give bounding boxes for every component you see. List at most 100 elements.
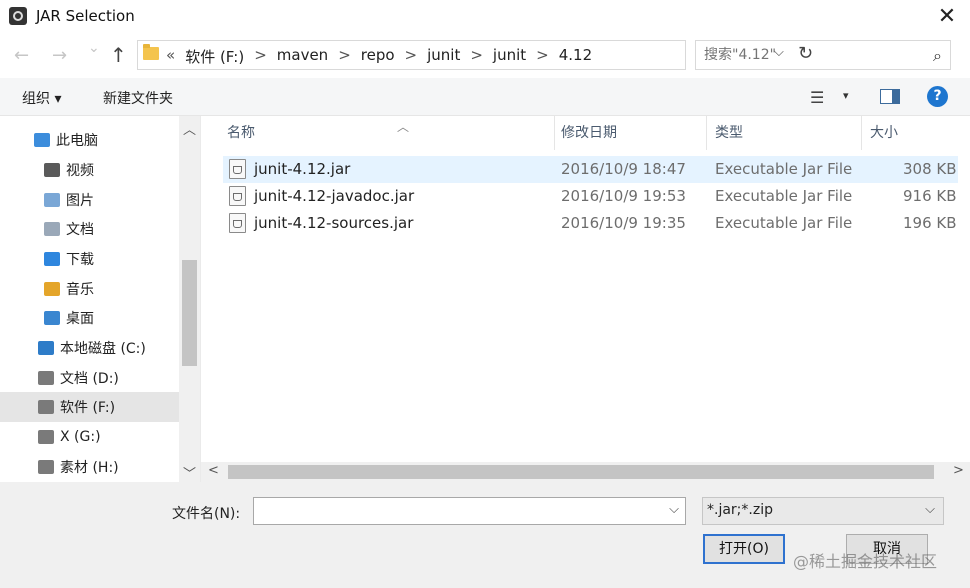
file-row[interactable]: junit-4.12.jar 2016/10/9 18:47 Executable … (223, 156, 958, 183)
scroll-thumb[interactable] (228, 465, 934, 479)
scroll-right-arrow-icon[interactable]: > (953, 463, 964, 478)
nav-item-label: 桌面 (66, 311, 94, 327)
drive-icon (38, 400, 54, 414)
title-bar: JAR Selection ✕ (0, 0, 970, 33)
nav-item-label: 软件 (F:) (60, 400, 116, 416)
jar-file-icon (229, 213, 246, 233)
nav-item[interactable]: 音乐 (0, 274, 179, 304)
nav-item[interactable]: 下载 (0, 244, 179, 274)
window-title: JAR Selection (36, 7, 135, 25)
nav-item[interactable]: 图片 (0, 185, 179, 215)
file-list: 名称 ︿ 修改日期 类型 大小 junit-4.12.jar 2016/10/9 … (201, 116, 970, 482)
column-header-type[interactable]: 类型 (707, 116, 862, 150)
column-header-size[interactable]: 大小 (862, 116, 970, 150)
file-row[interactable]: junit-4.12-javadoc.jar 2016/10/9 19:53 Exe… (223, 183, 958, 210)
folder-icon (143, 44, 159, 60)
file-size-cell: 196 KB (903, 214, 957, 232)
breadcrumb-separator[interactable]: > (470, 46, 483, 67)
drive-icon (38, 430, 54, 444)
sort-ascending-icon: ︿ (397, 120, 410, 134)
view-dropdown-chevron-icon[interactable]: ▾ (843, 89, 849, 102)
address-bar[interactable]: « 软件 (F:) > maven > repo > junit > junit… (137, 40, 813, 70)
nav-item-label: 文档 (D:) (60, 371, 119, 387)
file-modified-cell: 2016/10/9 19:35 (561, 214, 686, 232)
navigation-pane: 此电脑 视频 图片文档下载音乐桌面本地磁盘 (C:) 文档 (D:) 软件 (F:) X … (0, 116, 179, 482)
up-arrow-icon[interactable]: ↑ (110, 43, 127, 67)
horizontal-scrollbar[interactable]: < > (201, 462, 970, 482)
recent-locations-chevron-icon[interactable]: ⌄ (88, 40, 100, 56)
drive-icon (38, 371, 54, 385)
filename-combobox[interactable]: ⌵ (253, 497, 686, 525)
preview-pane-icon[interactable] (880, 89, 900, 104)
breadcrumb-separator[interactable]: > (405, 46, 418, 67)
nav-item-label: 文档 (66, 222, 94, 238)
file-type-filter-select[interactable]: *.jar;*.zip ⌵ (702, 497, 944, 525)
nav-item-label: X (G:) (60, 429, 101, 445)
new-folder-button[interactable]: 新建文件夹 (103, 88, 173, 108)
nav-item-label: 音乐 (66, 282, 94, 298)
nav-item[interactable]: 桌面 (0, 303, 179, 333)
breadcrumb-overflow[interactable]: « (166, 46, 175, 67)
scroll-left-arrow-icon[interactable]: < (208, 463, 219, 478)
nav-item[interactable]: 文档 (D:) (0, 363, 179, 393)
breadcrumb-maven[interactable]: maven (277, 46, 328, 67)
file-type-filter-value: *.jar;*.zip (707, 502, 773, 518)
breadcrumb-separator[interactable]: > (536, 46, 549, 67)
organize-menu-button[interactable]: 组织 ▾ (22, 88, 61, 108)
nav-item[interactable]: 本地磁盘 (C:) (0, 333, 179, 363)
nav-item-label: 素材 (H:) (60, 460, 119, 476)
breadcrumb: « 软件 (F:) > maven > repo > junit > junit… (166, 46, 602, 67)
scroll-thumb[interactable] (182, 260, 197, 366)
nav-item[interactable]: 此电脑 (0, 125, 179, 155)
file-name-cell: junit-4.12-sources.jar (254, 214, 414, 232)
watermark: @稀土掘金技术社区 (793, 552, 938, 571)
search-box[interactable]: ⌕ (695, 40, 951, 70)
nav-item-label: 本地磁盘 (C:) (60, 341, 146, 357)
forward-arrow-icon[interactable]: → (52, 45, 67, 66)
breadcrumb-separator[interactable]: > (254, 46, 267, 67)
file-modified-cell: 2016/10/9 19:53 (561, 187, 686, 205)
command-toolbar: 组织 ▾ 新建文件夹 ☰ ▾ ? (0, 78, 970, 116)
filename-dropdown-chevron-icon[interactable]: ⌵ (669, 502, 679, 517)
breadcrumb-junit-inner[interactable]: junit (493, 46, 526, 67)
view-options-icon[interactable]: ☰ (810, 88, 824, 107)
app-icon (9, 7, 27, 25)
breadcrumb-repo[interactable]: repo (361, 46, 395, 67)
open-button[interactable]: 打开(O) (703, 534, 785, 564)
breadcrumb-version[interactable]: 4.12 (559, 46, 592, 67)
filter-dropdown-chevron-icon: ⌵ (925, 502, 935, 517)
nav-item[interactable]: 素材 (H:) (0, 452, 179, 482)
downloads-folder-icon (44, 252, 60, 266)
filename-label: 文件名(N): (172, 506, 241, 522)
column-header-label: 名称 (227, 125, 255, 141)
breadcrumb-separator[interactable]: > (338, 46, 351, 67)
scroll-up-arrow-icon[interactable]: ︿ (183, 119, 196, 138)
search-icon[interactable]: ⌕ (933, 46, 942, 66)
navigation-scrollbar[interactable]: ︿ ﹀ (179, 116, 200, 482)
jar-file-icon (229, 159, 246, 179)
back-arrow-icon[interactable]: ← (14, 45, 29, 66)
search-input[interactable] (704, 45, 924, 65)
jar-file-icon (229, 186, 246, 206)
nav-item[interactable]: X (G:) (0, 422, 179, 452)
dialog-footer: 文件名(N): ⌵ *.jar;*.zip ⌵ 打开(O) 取消 (0, 482, 970, 588)
breadcrumb-junit[interactable]: junit (427, 46, 460, 67)
scroll-down-arrow-icon[interactable]: ﹀ (183, 463, 196, 482)
file-row[interactable]: junit-4.12-sources.jar 2016/10/9 19:35 Exe… (223, 210, 958, 237)
breadcrumb-drive-f[interactable]: 软件 (F:) (185, 46, 244, 67)
videos-folder-icon (44, 163, 60, 177)
nav-item[interactable]: 软件 (F:) (0, 392, 179, 422)
computer-icon (34, 133, 50, 147)
close-button[interactable]: ✕ (924, 0, 970, 33)
column-header-name[interactable]: 名称 ︿ (219, 116, 555, 150)
help-icon[interactable]: ? (927, 86, 948, 107)
nav-item[interactable]: 文档 (0, 214, 179, 244)
nav-item-label: 下载 (66, 252, 94, 268)
nav-item[interactable]: 视频 (0, 155, 179, 185)
column-header-modified[interactable]: 修改日期 (553, 116, 707, 150)
filename-input[interactable] (258, 501, 658, 521)
music-folder-icon (44, 282, 60, 296)
file-type-cell: Executable Jar File (715, 187, 853, 205)
file-name-cell: junit-4.12.jar (254, 160, 351, 178)
documents-folder-icon (44, 222, 60, 236)
